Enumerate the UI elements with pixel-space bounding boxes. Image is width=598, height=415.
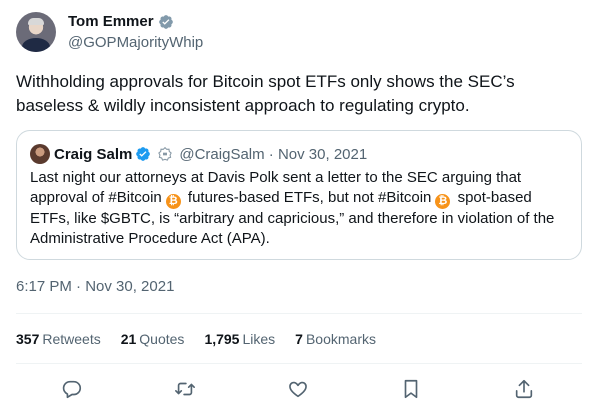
retweet-icon [175, 382, 195, 396]
retweets-stat[interactable]: 357 Retweets [16, 331, 101, 347]
quoted-tweet-text: Last night our attorneys at Davis Polk s… [30, 168, 570, 249]
author-avatar[interactable] [16, 12, 56, 52]
quotes-count: 21 [120, 331, 137, 347]
author-handle[interactable]: @GOPMajorityWhip [68, 34, 203, 51]
author-name[interactable]: Tom Emmer [68, 13, 154, 30]
retweet-button[interactable] [174, 378, 198, 402]
action-bar [16, 372, 582, 408]
likes-stat[interactable]: 1,795 Likes [204, 331, 275, 347]
like-icon [289, 381, 307, 398]
divider [16, 313, 582, 314]
bookmark-button[interactable] [400, 378, 424, 402]
bookmarks-label: Bookmarks [305, 331, 376, 347]
affiliate-badge-icon [158, 146, 173, 161]
verified-badge-icon [158, 14, 173, 29]
verified-badge-icon [136, 147, 151, 161]
reply-button[interactable] [61, 378, 85, 402]
likes-count: 1,795 [204, 331, 240, 347]
likes-label: Likes [242, 331, 276, 347]
share-button[interactable] [513, 378, 537, 402]
quoted-author-handle-date: @CraigSalm · Nov 30, 2021 [179, 145, 368, 163]
tweet-text: Withholding approvals for Bitcoin spot E… [16, 72, 515, 115]
bookmarks-stat[interactable]: 7 Bookmarks [295, 331, 376, 347]
engagement-stats: 357 Retweets 21 Quotes 1,795 Likes 7 Bookmar… [16, 331, 396, 347]
tweet-timestamp[interactable]: 6:17 PM · Nov 30, 2021 [16, 278, 174, 295]
quoted-text-part: futures-based ETFs, but not #Bitcoin [187, 189, 432, 206]
retweets-label: Retweets [42, 331, 101, 347]
bitcoin-emoji-icon: ₿ [165, 194, 181, 209]
quoted-author-avatar [30, 144, 50, 164]
quoted-tweet[interactable]: Craig Salm @CraigSalm · Nov 30, 2021 Las… [16, 130, 582, 260]
tweet-header: Tom Emmer @GOPMajorityWhip [16, 12, 576, 54]
divider [16, 363, 582, 364]
retweets-count: 357 [16, 331, 40, 347]
reply-icon [62, 380, 82, 399]
quotes-stat[interactable]: 21 Quotes [121, 331, 185, 347]
quoted-author-name: Craig Salm [54, 145, 133, 163]
bookmarks-count: 7 [295, 331, 303, 347]
share-icon [515, 379, 533, 399]
quotes-label: Quotes [139, 331, 185, 347]
bookmark-icon [404, 379, 418, 399]
like-button[interactable] [287, 378, 311, 402]
bitcoin-emoji-icon: ₿ [435, 194, 451, 209]
